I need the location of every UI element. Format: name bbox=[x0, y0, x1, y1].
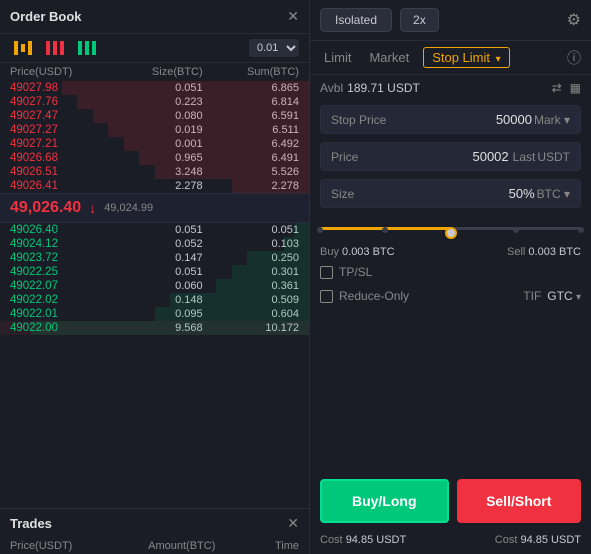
bid-row[interactable]: 49024.12 0.052 0.103 bbox=[0, 237, 309, 251]
bid-row[interactable]: 49022.25 0.051 0.301 bbox=[0, 265, 309, 279]
col-sum-header: Sum(BTC) bbox=[203, 66, 299, 78]
order-book-panel: Order Book ✕ 0.01 Price(USDT) Size(BTC) … bbox=[0, 0, 310, 554]
precision-select[interactable]: 0.01 bbox=[249, 39, 299, 57]
slider-dot-25 bbox=[382, 227, 388, 233]
current-price-sub: 49,024.99 bbox=[104, 202, 153, 214]
tif-value[interactable]: GTC ▾ bbox=[547, 289, 581, 303]
order-book-header: Order Book ✕ bbox=[0, 0, 309, 34]
bid-row[interactable]: 49026.40 0.051 0.051 bbox=[0, 223, 309, 237]
available-balance-row: Avbl 189.71 USDT ⇄ ▦ bbox=[310, 75, 591, 101]
view-bids-icon[interactable] bbox=[74, 39, 100, 57]
size-value[interactable]: 50% bbox=[509, 186, 535, 201]
buy-label: Buy 0.003 BTC bbox=[320, 246, 395, 258]
ask-row[interactable]: 49027.98 0.051 6.865 bbox=[0, 81, 309, 95]
trades-col-price: Price(USDT) bbox=[10, 540, 125, 552]
price-label: Price bbox=[331, 150, 472, 164]
top-controls: Isolated 2x ⚙ bbox=[310, 0, 591, 41]
cost-row: Cost 94.85 USDT Cost 94.85 USDT bbox=[310, 531, 591, 554]
buy-sell-info: Buy 0.003 BTC Sell 0.003 BTC bbox=[310, 244, 591, 260]
price-currency-dropdown[interactable]: USDT bbox=[537, 150, 570, 164]
slider-dot-0 bbox=[317, 227, 323, 233]
order-type-tabs: Limit Market Stop Limit ▾ ⓘ bbox=[310, 41, 591, 75]
tab-limit[interactable]: Limit bbox=[320, 47, 355, 68]
trades-section: Trades ✕ Price(USDT) Amount(BTC) Time bbox=[0, 508, 309, 554]
transfer-icon[interactable]: ⇄ bbox=[552, 81, 562, 95]
avbl-value: 189.71 USDT bbox=[347, 81, 420, 95]
price-value[interactable]: 50002 bbox=[472, 149, 508, 164]
col-price-header: Price(USDT) bbox=[10, 66, 106, 78]
tab-dropdown-arrow-icon: ▾ bbox=[496, 54, 501, 65]
ask-row[interactable]: 49026.51 3.248 5.526 bbox=[0, 165, 309, 179]
view-both-icon[interactable] bbox=[10, 39, 36, 57]
slider-dot-75 bbox=[513, 227, 519, 233]
stop-price-value[interactable]: 50000 bbox=[496, 112, 532, 127]
calculator-icon[interactable]: ▦ bbox=[570, 81, 581, 95]
avbl-action-icons: ⇄ ▦ bbox=[552, 81, 581, 95]
orderbook-column-headers: Price(USDT) Size(BTC) Sum(BTC) bbox=[0, 63, 309, 81]
slider-dot-100 bbox=[578, 227, 584, 233]
price-row[interactable]: Price 50002 Last USDT bbox=[320, 142, 581, 171]
sell-label: Sell 0.003 BTC bbox=[507, 246, 581, 258]
avbl-label: Avbl bbox=[320, 81, 343, 95]
bid-row[interactable]: 49022.00 9.568 10.172 bbox=[0, 321, 309, 335]
tab-market[interactable]: Market bbox=[365, 47, 413, 68]
trades-col-time: Time bbox=[239, 540, 299, 552]
ask-row[interactable]: 49026.41 2.278 2.278 bbox=[0, 179, 309, 193]
margin-mode-button[interactable]: Isolated bbox=[320, 8, 392, 32]
price-unit: Last bbox=[513, 150, 536, 164]
leverage-button[interactable]: 2x bbox=[400, 8, 439, 32]
trades-title: Trades bbox=[10, 516, 52, 531]
trades-header: Trades ✕ bbox=[0, 509, 309, 538]
price-down-arrow-icon: ↓ bbox=[89, 200, 96, 216]
ask-row[interactable]: 49026.68 0.965 6.491 bbox=[0, 151, 309, 165]
ask-row[interactable]: 49027.21 0.001 6.492 bbox=[0, 137, 309, 151]
slider-thumb[interactable] bbox=[445, 227, 457, 239]
asks-list: 49027.98 0.051 6.865 49027.76 0.223 6.81… bbox=[0, 81, 309, 193]
size-slider-container bbox=[310, 212, 591, 244]
trades-column-headers: Price(USDT) Amount(BTC) Time bbox=[0, 538, 309, 554]
orderbook-controls: 0.01 bbox=[0, 34, 309, 63]
action-buttons: Buy/Long Sell/Short bbox=[310, 471, 591, 531]
order-form-panel: Isolated 2x ⚙ Limit Market Stop Limit ▾ … bbox=[310, 0, 591, 554]
view-asks-icon[interactable] bbox=[42, 39, 68, 57]
tif-arrow-icon: ▾ bbox=[576, 292, 581, 303]
reduce-only-checkbox[interactable] bbox=[320, 290, 333, 303]
size-row[interactable]: Size 50% BTC ▾ bbox=[320, 179, 581, 208]
bids-list: 49026.40 0.051 0.051 49024.12 0.052 0.10… bbox=[0, 223, 309, 335]
buy-cost-label: Cost 94.85 USDT bbox=[320, 534, 406, 546]
close-icon[interactable]: ✕ bbox=[287, 8, 299, 25]
stop-price-label: Stop Price bbox=[331, 113, 496, 127]
reduce-only-label: Reduce-Only bbox=[339, 289, 409, 303]
sell-short-button[interactable]: Sell/Short bbox=[457, 479, 582, 523]
bid-row[interactable]: 49023.72 0.147 0.250 bbox=[0, 251, 309, 265]
size-slider[interactable] bbox=[320, 220, 581, 236]
settings-icon[interactable]: ⚙ bbox=[567, 10, 581, 30]
tpsl-checkbox[interactable] bbox=[320, 266, 333, 279]
size-unit-dropdown[interactable]: BTC ▾ bbox=[537, 187, 570, 201]
stop-price-row[interactable]: Stop Price 50000 Mark ▾ bbox=[320, 105, 581, 134]
col-size-header: Size(BTC) bbox=[106, 66, 202, 78]
current-price-row: 49,026.40 ↓ 49,024.99 bbox=[0, 193, 309, 223]
sell-cost-label: Cost 94.85 USDT bbox=[495, 534, 581, 546]
tpsl-label: TP/SL bbox=[339, 265, 372, 279]
info-icon[interactable]: ⓘ bbox=[567, 48, 581, 68]
size-label: Size bbox=[331, 187, 509, 201]
buy-long-button[interactable]: Buy/Long bbox=[320, 479, 449, 523]
bid-row[interactable]: 49022.02 0.148 0.509 bbox=[0, 293, 309, 307]
stop-price-unit-dropdown[interactable]: Mark ▾ bbox=[534, 113, 570, 127]
ask-row[interactable]: 49027.27 0.019 6.511 bbox=[0, 123, 309, 137]
current-price: 49,026.40 bbox=[10, 199, 81, 217]
bid-row[interactable]: 49022.07 0.060 0.361 bbox=[0, 279, 309, 293]
tpsl-row: TP/SL bbox=[310, 260, 591, 284]
tif-label: TIF bbox=[523, 289, 541, 303]
bid-row[interactable]: 49022.01 0.095 0.604 bbox=[0, 307, 309, 321]
trades-col-amount: Amount(BTC) bbox=[125, 540, 240, 552]
ask-row[interactable]: 49027.76 0.223 6.814 bbox=[0, 95, 309, 109]
slider-track bbox=[320, 227, 581, 230]
tab-stop-limit[interactable]: Stop Limit ▾ bbox=[423, 47, 509, 68]
trades-close-icon[interactable]: ✕ bbox=[287, 515, 299, 532]
order-book-title: Order Book bbox=[10, 9, 82, 24]
ask-row[interactable]: 49027.47 0.080 6.591 bbox=[0, 109, 309, 123]
reduce-tif-row: Reduce-Only TIF GTC ▾ bbox=[310, 284, 591, 308]
